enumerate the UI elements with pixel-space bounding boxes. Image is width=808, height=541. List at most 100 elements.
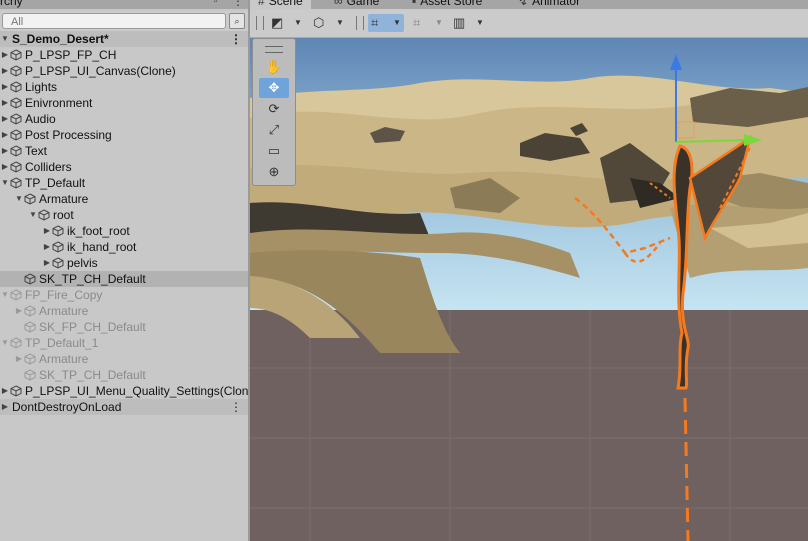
tab-animator-label: Animator	[532, 0, 581, 8]
transform-tool-button[interactable]: ⊕	[259, 162, 289, 182]
dontdestroy-row[interactable]: ▶ DontDestroyOnLoad ⋮	[0, 399, 248, 415]
gameobject-cube-icon	[10, 337, 22, 349]
chevron-right-icon[interactable]: ▶	[0, 399, 10, 415]
cube-icon: ⬡	[313, 15, 325, 30]
chevron-down-icon[interactable]: ▼	[0, 335, 10, 351]
grid-icon: ⌗	[371, 15, 379, 30]
increment-snap-button[interactable]: ⌗ ▼	[410, 14, 446, 32]
scene-menu-icon[interactable]: ⋮	[230, 31, 242, 47]
chevron-right-icon[interactable]: ▶	[0, 127, 10, 143]
scene-render	[250, 38, 808, 541]
hierarchy-item[interactable]: ▶ P_LPSP_UI_Menu_Quality_Settings(Clon	[0, 383, 248, 399]
chevron-down-icon[interactable]: ▼	[14, 191, 24, 207]
scene-tab-bar: # Scene ∞ Game ▪ Asset Store ↯ Animator	[250, 0, 808, 9]
gameobject-cube-icon	[38, 209, 50, 221]
rect-tool-button[interactable]: ▭	[259, 141, 289, 161]
hierarchy-item[interactable]: ▶ P_LPSP_FP_CH	[0, 47, 248, 63]
gameobject-cube-icon	[10, 161, 22, 173]
chevron-down-icon[interactable]: ▼	[28, 207, 38, 223]
animator-icon: ↯	[518, 0, 529, 8]
chevron-right-icon[interactable]: ▶	[0, 383, 10, 399]
hierarchy-item[interactable]: ▶ Colliders	[0, 159, 248, 175]
hierarchy-item[interactable]: ▶ Lights	[0, 79, 248, 95]
scene-viewport[interactable]	[250, 38, 808, 541]
chevron-right-icon[interactable]: ▶	[0, 143, 10, 159]
tab-animator[interactable]: ↯ Animator	[518, 0, 580, 8]
hierarchy-item[interactable]: ▶ Text	[0, 143, 248, 159]
render-mode-button[interactable]: ⬡ ▼	[310, 14, 348, 32]
hierarchy-item[interactable]: ▶ Enivronment	[0, 95, 248, 111]
hierarchy-item-label: TP_Default	[25, 176, 86, 190]
hierarchy-tab[interactable]: rchy ▫ ⋮	[0, 0, 248, 9]
chevron-right-icon[interactable]: ▶	[0, 79, 10, 95]
hierarchy-item-label: pelvis	[67, 256, 98, 270]
gameobject-cube-icon	[52, 241, 64, 253]
chevron-down-icon[interactable]: ▼	[0, 175, 10, 191]
view-tool-button[interactable]: ✋	[259, 57, 289, 77]
chevron-right-icon[interactable]: ▶	[14, 351, 24, 367]
hierarchy-item[interactable]: SK_TP_CH_Default	[0, 367, 248, 383]
gamepad-icon: ∞	[334, 0, 343, 8]
hierarchy-item[interactable]: ▶ pelvis	[0, 255, 248, 271]
gameobject-cube-icon	[24, 321, 36, 333]
gameobject-cube-icon	[52, 257, 64, 269]
dontdestroy-menu-icon[interactable]: ⋮	[230, 399, 242, 415]
move-icon: ✥	[268, 80, 280, 95]
hierarchy-item[interactable]: SK_FP_CH_Default	[0, 319, 248, 335]
hierarchy-item[interactable]: ▼ root	[0, 207, 248, 223]
hierarchy-item[interactable]: ▼ Armature	[0, 191, 248, 207]
hierarchy-item[interactable]: ▶ ik_foot_root	[0, 223, 248, 239]
gameobject-cube-icon	[24, 353, 36, 365]
move-tool-button[interactable]: ✥	[259, 78, 289, 98]
rect-icon: ▭	[267, 143, 281, 158]
hierarchy-item-label: Lights	[25, 80, 58, 94]
hierarchy-item[interactable]: ▶ Post Processing	[0, 127, 248, 143]
chevron-right-icon[interactable]: ▶	[42, 223, 52, 239]
dropdown-arrow-icon: ▼	[294, 18, 302, 27]
hierarchy-item[interactable]: ▶ P_LPSP_UI_Canvas(Clone)	[0, 63, 248, 79]
palette-grip[interactable]	[265, 46, 283, 53]
rotate-icon: ⟳	[268, 101, 280, 116]
chevron-right-icon[interactable]: ▶	[0, 47, 10, 63]
scale-tool-button[interactable]: ⤢	[259, 120, 289, 140]
tab-asset-store[interactable]: ▪ Asset Store	[412, 0, 482, 8]
rotate-tool-button[interactable]: ⟳	[259, 99, 289, 119]
panel-menu-icon[interactable]: ⋮	[232, 0, 244, 8]
hierarchy-item-label: P_LPSP_UI_Canvas(Clone)	[25, 64, 176, 78]
chevron-right-icon[interactable]: ▶	[42, 239, 52, 255]
hierarchy-item[interactable]: ▼ TP_Default	[0, 175, 248, 191]
gameobject-cube-icon	[52, 225, 64, 237]
hierarchy-item[interactable]: ▶ Armature	[0, 303, 248, 319]
chevron-down-icon[interactable]: ▼	[0, 287, 10, 303]
lock-icon[interactable]: ▫	[214, 0, 218, 7]
hierarchy-item-label: SK_TP_CH_Default	[39, 368, 146, 382]
chevron-right-icon[interactable]: ▶	[0, 159, 10, 175]
scene-root-row[interactable]: ▼ S_Demo_Desert* ⋮	[0, 31, 248, 47]
chevron-down-icon[interactable]: ▼	[0, 31, 10, 47]
hierarchy-item[interactable]: ▶ ik_hand_root	[0, 239, 248, 255]
hierarchy-item[interactable]: SK_TP_CH_Default	[0, 271, 248, 287]
search-input[interactable]	[3, 15, 211, 29]
gizmos-button[interactable]: ▥ ▼	[450, 14, 488, 32]
search-by-type-icon[interactable]: ⌕	[229, 13, 245, 29]
hierarchy-item-label: Enivronment	[25, 96, 93, 110]
chevron-right-icon[interactable]: ▶	[42, 255, 52, 271]
chevron-right-icon[interactable]: ▶	[0, 63, 10, 79]
grid-snap-button[interactable]: ⌗ ▼	[368, 14, 404, 32]
tab-game[interactable]: ∞ Game	[334, 0, 379, 8]
hierarchy-item[interactable]: ▼ FP_Fire_Copy	[0, 287, 248, 303]
hash-icon: #	[258, 0, 265, 8]
chevron-right-icon[interactable]: ▶	[0, 111, 10, 127]
draw-mode-icon: ◩	[271, 15, 284, 30]
draw-mode-button[interactable]: ◩ ▼	[268, 14, 306, 32]
tab-scene[interactable]: # Scene	[250, 0, 311, 9]
hierarchy-item[interactable]: ▶ Armature	[0, 351, 248, 367]
gameobject-cube-icon	[10, 97, 22, 109]
hierarchy-item[interactable]: ▼ TP_Default_1	[0, 335, 248, 351]
chevron-right-icon[interactable]: ▶	[14, 303, 24, 319]
hierarchy-item-label: Text	[25, 144, 48, 158]
dropdown-arrow-icon: ▼	[476, 18, 484, 27]
hierarchy-tab-title: rchy	[0, 0, 23, 8]
chevron-right-icon[interactable]: ▶	[0, 95, 10, 111]
hierarchy-item[interactable]: ▶ Audio	[0, 111, 248, 127]
